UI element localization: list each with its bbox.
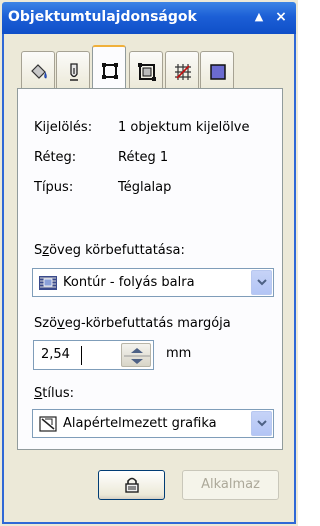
rectangle-frame-icon (138, 63, 156, 81)
tab-wrap[interactable] (165, 51, 199, 89)
apply-button-label: Alkalmaz (201, 477, 260, 492)
layer-value: Réteg 1 (118, 150, 169, 165)
style-value: Alapértelmezett grafika (63, 416, 217, 431)
type-label: Típus: (34, 180, 74, 195)
wrap-grid-icon (175, 64, 191, 80)
text-wrap-label: Szöveg körbefuttatása: (34, 243, 185, 258)
apply-button[interactable]: Alkalmaz (182, 470, 279, 500)
layer-label: Réteg: (34, 150, 77, 165)
chevron-down-icon[interactable] (251, 411, 272, 436)
fill-bucket-icon (31, 64, 47, 79)
close-icon[interactable]: × (272, 8, 290, 26)
lock-button[interactable] (98, 470, 165, 500)
window-title: Objektumtulajdonságok (8, 9, 197, 25)
margin-value[interactable]: 2,54 (41, 347, 70, 362)
pin-icon[interactable]: ▲ (250, 8, 268, 26)
tab-general[interactable] (92, 45, 126, 89)
style-label: Stílus: (34, 386, 74, 401)
text-wrap-value: Kontúr - folyás balra (63, 275, 195, 290)
lock-icon (125, 477, 139, 493)
graphic-style-icon (39, 416, 57, 432)
tab-outline[interactable] (56, 51, 90, 89)
text-wrap-select[interactable]: Kontúr - folyás balra (32, 268, 274, 297)
text-caret (81, 346, 82, 365)
chevron-down-icon[interactable] (251, 270, 272, 295)
tab-rectangle[interactable] (129, 51, 163, 89)
wrap-contour-icon (39, 276, 57, 290)
tab-fill[interactable] (21, 51, 55, 89)
margin-label: Szöveg-körbefuttatás margója (34, 316, 231, 331)
style-select[interactable]: Alapértelmezett grafika (32, 409, 274, 438)
margin-spinbox[interactable]: 2,54 (33, 340, 154, 370)
up-down-arrows-icon (124, 348, 150, 364)
object-properties-docker: Objektumtulajdonságok ▲ × Kijelölés: 1 o… (0, 0, 298, 526)
margin-unit: mm (166, 346, 192, 361)
title-bar[interactable]: Objektumtulajdonságok ▲ × (2, 2, 296, 34)
rectangle-nodes-icon (102, 63, 118, 79)
square-general-icon (210, 64, 226, 80)
type-value: Téglalap (118, 180, 172, 195)
tab-internet[interactable] (200, 51, 234, 89)
selection-label: Kijelölés: (34, 120, 93, 135)
spin-buttons[interactable] (121, 343, 151, 367)
selection-value: 1 objektum kijelölve (118, 120, 250, 135)
pen-outline-icon (70, 63, 78, 81)
